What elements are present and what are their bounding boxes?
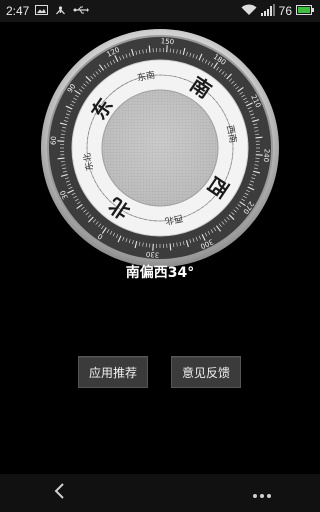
heading-readout: 南偏西34° <box>125 265 195 281</box>
signal-icon <box>260 3 275 19</box>
usb-share-icon <box>54 4 67 19</box>
tick-mark <box>255 136 263 139</box>
tick-mark <box>57 157 65 160</box>
degree-label: 240 <box>262 148 271 162</box>
more-dots-icon[interactable] <box>252 484 272 503</box>
clock-time: 2:47 <box>6 4 30 18</box>
chevron-left-icon[interactable] <box>52 482 66 504</box>
degree-label: 60 <box>49 136 58 145</box>
usb-icon <box>73 4 90 18</box>
degree-label: 330 <box>146 250 160 259</box>
compass: 0 30 60 90 120 150 180 210 240 270 300 330 南 西 北 东 … <box>40 28 280 268</box>
feedback-button[interactable]: 意见反馈 <box>171 356 241 388</box>
navigation-bar <box>0 474 320 512</box>
degree-label: 150 <box>160 37 174 46</box>
tick-mark <box>169 243 172 251</box>
status-bar: 2:47 76 <box>0 0 320 22</box>
battery-percent: 76 <box>278 4 292 18</box>
wifi-icon <box>241 4 257 19</box>
image-icon <box>35 4 49 18</box>
tick-mark <box>148 45 151 53</box>
battery-icon <box>296 4 314 18</box>
app-recommend-button[interactable]: 应用推荐 <box>78 356 148 388</box>
